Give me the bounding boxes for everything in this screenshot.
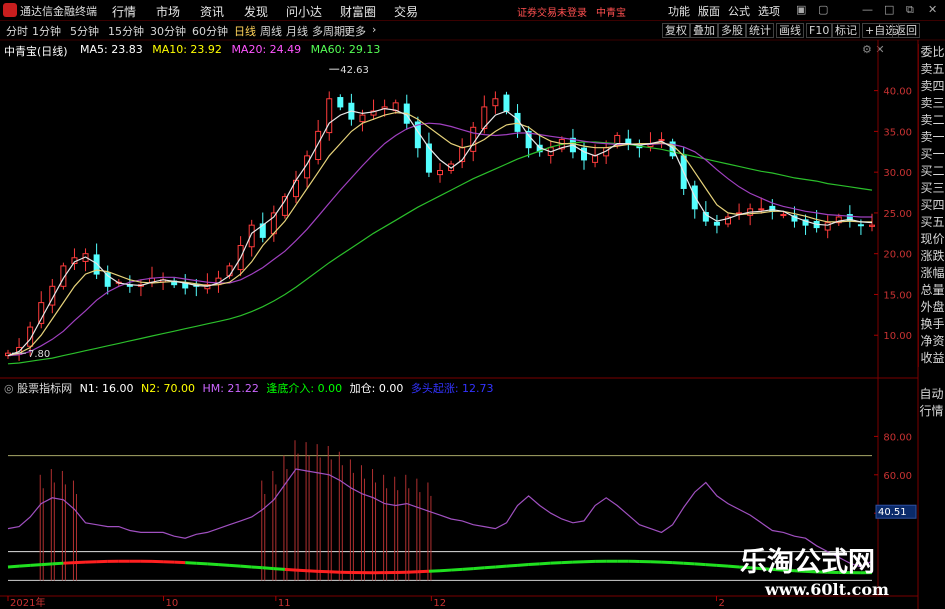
trend-band: [18, 563, 31, 568]
watermark-logo: 乐淘公式网: [740, 547, 875, 578]
trend-band: [439, 568, 452, 573]
candle-body: [492, 98, 499, 107]
trend-band: [428, 569, 441, 573]
candle-body: [470, 126, 477, 152]
low-price-label: 7.80: [28, 349, 50, 360]
candle-body: [592, 155, 599, 163]
watermark-url: www.60lt.com: [765, 580, 889, 599]
price-axis-label: 35.00: [883, 127, 912, 138]
trend-band: [473, 566, 485, 571]
trend-band: [727, 564, 740, 569]
date-label: 10: [166, 598, 179, 609]
trend-band: [450, 567, 463, 572]
candle-body: [625, 138, 632, 145]
price-axis-label: 15.00: [883, 290, 912, 301]
candle-body: [315, 130, 322, 161]
trend-band: [52, 561, 64, 566]
trend-band: [683, 561, 695, 566]
trend-band: [306, 569, 319, 573]
trend-band: [506, 563, 518, 568]
trend-band: [484, 565, 496, 570]
price-axis-label: 40.00: [883, 87, 912, 98]
candle-body: [658, 139, 665, 142]
trend-band: [694, 562, 706, 567]
candle-body: [780, 214, 787, 217]
trend-band: [185, 561, 197, 565]
candle-body: [503, 94, 510, 112]
trend-band: [539, 561, 551, 566]
trend-band: [273, 567, 286, 571]
ma20-line: [7, 122, 872, 357]
trend-band: [284, 567, 297, 572]
trend-band: [30, 563, 42, 567]
candle-body: [824, 222, 831, 231]
trend-band: [41, 562, 53, 567]
ma10-line: [7, 111, 872, 357]
trend-band: [262, 566, 274, 571]
candle-body: [182, 282, 189, 289]
trend-band: [517, 563, 529, 567]
price-axis-label: 25.00: [883, 209, 912, 220]
ma5-line: [7, 107, 873, 357]
candle-body: [713, 221, 720, 226]
price-axis-label: 30.00: [883, 168, 912, 179]
price-axis-label: 20.00: [883, 250, 912, 261]
date-label: 11: [278, 598, 291, 609]
trend-band: [462, 567, 474, 571]
trend-band: [251, 565, 263, 570]
candle-body: [581, 147, 587, 161]
candle-body: [359, 114, 366, 123]
trend-band: [196, 561, 208, 566]
price-axis-label: 10.00: [883, 331, 912, 342]
trend-band: [240, 564, 252, 569]
date-label: 2: [718, 598, 724, 609]
candle-body: [38, 302, 45, 324]
trend-band: [672, 561, 684, 565]
trend-band: [295, 568, 308, 573]
candle-body: [226, 265, 233, 277]
candle-body: [337, 97, 344, 108]
trend-band: [550, 561, 562, 565]
trend-band: [528, 562, 540, 567]
trend-band: [7, 564, 20, 569]
indicator-axis-label: 80.00: [883, 432, 912, 443]
candle-body: [869, 224, 875, 227]
date-label: 12: [433, 598, 446, 609]
indicator-value-label: 40.51: [878, 507, 907, 518]
indicator-axis-label: 60.00: [883, 471, 912, 482]
trend-band: [63, 561, 75, 565]
kline-chart[interactable]: 40.00 35.00 30.00 25.00 20.00 15.00 10.00 80.00…: [0, 0, 945, 609]
date-label: 2021年: [10, 596, 45, 609]
high-price-label: 42.63: [340, 65, 369, 76]
trend-band: [218, 563, 230, 567]
trend-band: [207, 562, 219, 567]
candle-body: [437, 170, 443, 176]
candle-body: [758, 208, 765, 211]
trend-band: [705, 563, 718, 567]
trend-band: [495, 564, 507, 569]
trend-band: [229, 563, 241, 568]
candle-body: [857, 224, 864, 227]
trend-band: [716, 563, 729, 568]
